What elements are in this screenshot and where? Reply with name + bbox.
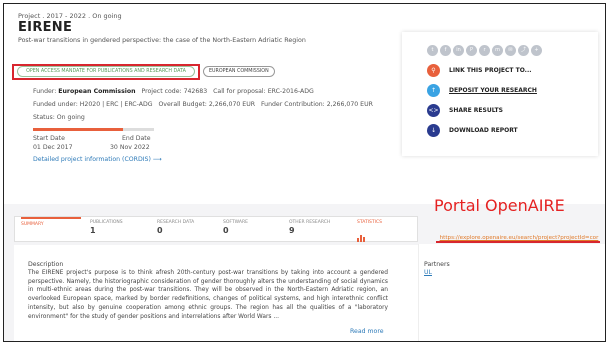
call-for-proposal: Call for proposal: ERC-2016-ADG [213,88,314,95]
end-date-label: End Date [122,135,151,142]
tab-other-research[interactable]: OTHER RESEARCH 9 [289,217,349,241]
actions-panel: t f in Pr m ✉ ⤴ + ⚲ LINK THIS PROJECT TO... ↑ D… [402,32,598,156]
upload-icon: ↑ [427,84,440,97]
download-icon: ↓ [427,124,440,137]
cordis-detail-link[interactable]: Detailed project information (CORDIS) ⟶ [33,156,162,163]
partner-link[interactable]: UL [424,269,432,276]
tab-publications[interactable]: PUBLICATIONS 1 [90,217,150,241]
description-heading: Description [28,261,64,268]
tab-label: OTHER RESEARCH [289,220,331,225]
link-project-label: LINK THIS PROJECT TO... [449,67,532,74]
funder-value: European Commission [58,88,136,95]
mendeley-icon[interactable]: m [492,45,503,56]
funder-label: Funder: [33,88,57,95]
share-icon[interactable]: ⤴ [518,45,529,56]
funder-contribution: Funder Contribution: 2,266,070 EUR [260,101,373,108]
deposit-research-label: DEPOSIT YOUR RESEARCH [449,87,537,94]
tab-software[interactable]: SOFTWARE 0 [223,217,283,241]
project-code: Project code: 742683 [141,88,208,95]
description-text: The EIRENE project's purpose is to think… [28,270,388,320]
tab-label: SUMMARY [21,222,44,227]
tab-label: SOFTWARE [223,220,248,225]
partners-panel: Partners UL [418,244,605,341]
start-date-label: Start Date [33,135,65,142]
share-results-label: SHARE RESULTS [449,107,503,114]
code-icon: <> [427,104,440,117]
project-subtitle: Post-war transitions in gendered perspec… [18,37,306,44]
download-report-action[interactable]: ↓ DOWNLOAD REPORT [427,124,518,137]
download-report-label: DOWNLOAD REPORT [449,127,518,134]
funder-badge[interactable]: EUROPEAN COMMISSION [203,66,275,77]
tab-count: 0 [223,226,229,235]
project-header-card: Project . 2017 - 2022 . On going EIRENE … [4,4,605,204]
funder-line: Funder: European Commission Project code… [33,88,314,95]
open-access-badge: OPEN ACCESS MANDATE FOR PUBLICATIONS AND… [17,66,195,77]
pinterest-icon[interactable]: P [466,45,477,56]
reddit-icon[interactable]: r [479,45,490,56]
end-date-value: 30 Nov 2022 [110,144,150,151]
email-icon[interactable]: ✉ [505,45,516,56]
tab-count: 9 [289,226,295,235]
link-icon: ⚲ [427,64,440,77]
start-date-value: 01 Dec 2017 [33,144,73,151]
bar-chart-icon [357,227,417,246]
progress-fill [33,128,123,131]
overall-budget: Overall Budget: 2,266,070 EUR [158,101,256,108]
summary-panel: Description The EIRENE project's purpose… [14,245,418,341]
tab-research-data[interactable]: RESEARCH DATA 0 [157,217,217,241]
partners-heading: Partners [424,261,450,268]
facebook-icon[interactable]: f [440,45,451,56]
twitter-icon[interactable]: t [427,45,438,56]
linkedin-icon[interactable]: in [453,45,464,56]
project-meta: Project . 2017 - 2022 . On going [18,12,122,20]
tab-label: STATISTICS [357,220,382,225]
deposit-research-action[interactable]: ↑ DEPOSIT YOUR RESEARCH [427,84,537,97]
underline-mark [436,241,600,243]
status-text: Status: On going [33,114,85,121]
portal-annotation: Portal OpenAIRE [434,196,565,215]
page-frame: Project . 2017 - 2022 . On going EIRENE … [3,3,606,342]
funded-under: Funded under: H2020 | ERC | ERC-ADG [33,101,153,108]
link-project-action[interactable]: ⚲ LINK THIS PROJECT TO... [427,64,532,77]
share-icons-row: t f in Pr m ✉ ⤴ + [427,45,542,56]
tab-label: PUBLICATIONS [90,220,123,225]
page-title: EIRENE [18,20,73,35]
funding-line: Funded under: H2020 | ERC | ERC-ADG Over… [33,101,373,108]
tab-count: 1 [90,226,96,235]
tab-statistics[interactable]: STATISTICS [357,217,417,242]
tab-bar: SUMMARY PUBLICATIONS 1 RESEARCH DATA 0 S… [14,216,418,242]
plus-icon[interactable]: + [531,45,542,56]
tab-summary[interactable]: SUMMARY [21,217,81,241]
tab-label: RESEARCH DATA [157,220,195,225]
share-results-action[interactable]: <> SHARE RESULTS [427,104,503,117]
tab-count: 0 [157,226,163,235]
read-more-link[interactable]: Read more [350,328,384,335]
